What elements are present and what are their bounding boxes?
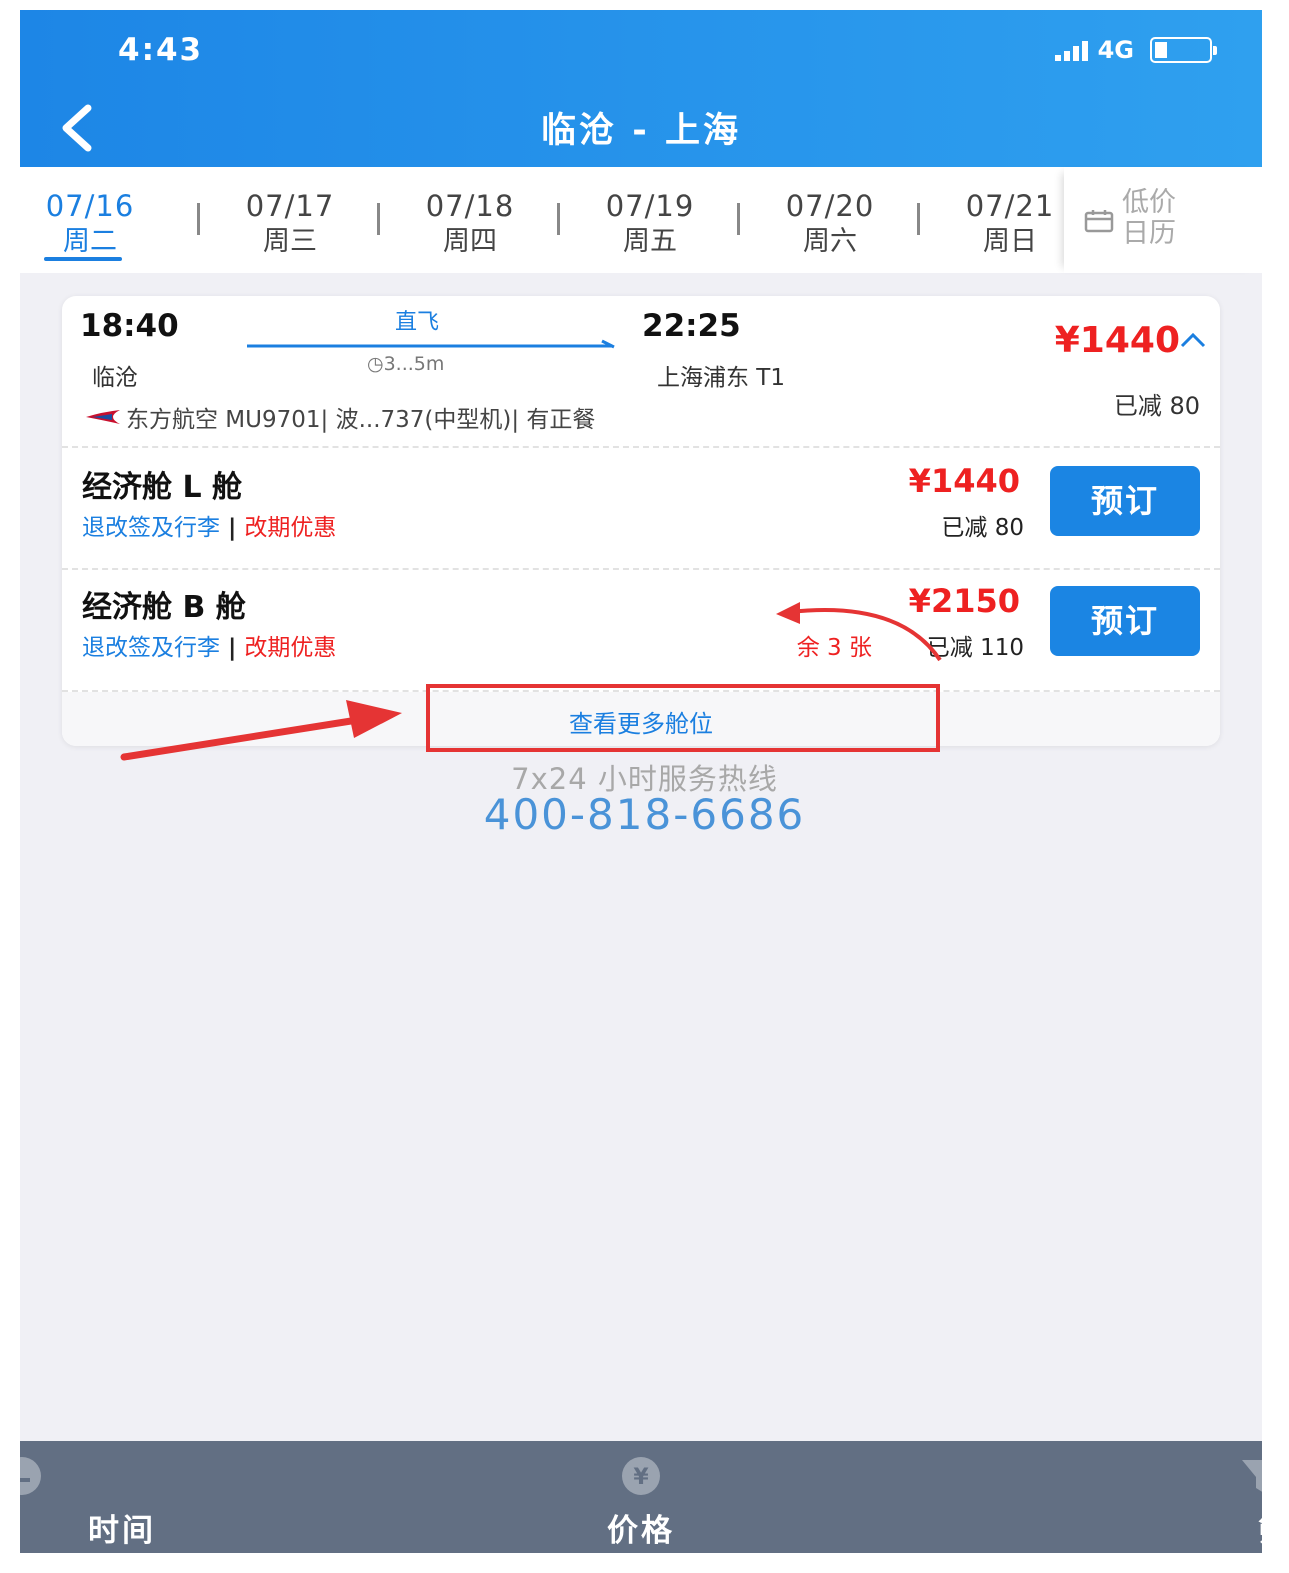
cabin-name: 经济舱 B 舱 [82,590,246,625]
route-arrow-icon [247,339,615,349]
date-tab-0719[interactable]: 07/19 周五 [560,167,740,273]
weekday-label: 周六 [803,226,857,257]
sort-price-label: 价格 [607,1513,675,1549]
cabin-discount: 已减 80 [941,515,1024,541]
date-label: 07/17 [245,189,335,223]
hotline-number[interactable]: 400-818-6686 [0,790,1289,839]
cabin-links: 退改签及行李 | 改期优惠 [82,508,336,542]
sort-time-button[interactable]: 时间 [20,1441,434,1553]
departure-time: 18:40 [80,308,179,344]
weekday-label: 周二 [63,226,117,257]
cabin-discount: 已减 110 [926,635,1024,661]
calendar-icon [1084,210,1114,233]
chevron-up-icon[interactable] [1178,330,1208,350]
page-title: 临沧 - 上海 [541,111,741,151]
book-button[interactable]: 预订 [1050,466,1200,536]
status-indicators: 4G [1054,36,1217,64]
weekday-label: 周五 [623,226,677,257]
date-tab-0716[interactable]: 07/16 周二 [20,167,200,273]
main-discount: 已减 80 [1113,392,1200,420]
cabin-row-l: 经济舱 L 舱 退改签及行李 | 改期优惠 ¥1440 已减 80 预订 [62,448,1220,566]
date-selector: 07/16 周二 07/17 周三 07/18 周四 07/19 周五 07/2… [20,167,1262,273]
yuan-icon: ¥ [622,1457,660,1495]
header: 4:43 4G 临沧 - 上海 [20,10,1262,167]
date-label: 07/19 [605,189,695,223]
direct-flight-label: 直飞 [395,310,440,335]
signal-icon [1054,39,1088,61]
weekday-label: 周四 [443,226,497,257]
filter-label: 筛选 [1258,1505,1262,1553]
china-eastern-logo-icon [86,410,120,424]
link-separator: | [228,635,237,661]
active-underline [44,257,122,261]
flight-card: 18:40 直飞 ◷3...5m 22:25 临沧 上海浦东 T1 东方航空 M… [62,296,1220,746]
cabin-links: 退改签及行李 | 改期优惠 [82,628,336,662]
date-label: 07/18 [425,189,515,223]
calendar-label-line2: 日历 [1122,218,1176,249]
cabin-row-b: 经济舱 B 舱 退改签及行李 | 改期优惠 ¥2150 余 3 张 已减 110 预… [62,568,1220,686]
filter-button[interactable]: 筛选 [848,1441,1262,1553]
weekday-label: 周三 [263,226,317,257]
date-tab-0720[interactable]: 07/20 周六 [740,167,920,273]
status-time: 4:43 [118,32,204,68]
date-tab-0717[interactable]: 07/17 周三 [200,167,380,273]
lowest-price: ¥1440 [1054,320,1180,361]
seats-remaining: 余 3 张 [796,635,872,661]
arrival-time: 22:25 [642,308,741,344]
sort-time-label: 时间 [88,1513,156,1549]
date-label: 07/16 [45,189,135,223]
calendar-label-line1: 低价 [1122,187,1176,218]
date-tab-0718[interactable]: 07/18 周四 [380,167,560,273]
flight-info: 东方航空 MU9701| 波...737(中型机)| 有正餐 [82,400,595,434]
departure-city: 临沧 [92,365,138,391]
cabin-price: ¥1440 [908,462,1020,500]
clock-icon [20,1457,41,1495]
battery-icon [1150,37,1217,63]
cabin-name: 经济舱 L 舱 [82,470,243,505]
sort-price-button[interactable]: ¥ 价格 [434,1441,848,1553]
refund-baggage-link[interactable]: 退改签及行李 [82,635,220,661]
reschedule-offer-link[interactable]: 改期优惠 [244,635,336,661]
annotation-highlight-box [426,684,940,752]
funnel-icon [1242,1460,1262,1492]
bottom-toolbar: 时间 ¥ 价格 筛选 [20,1441,1262,1553]
reschedule-offer-link[interactable]: 改期优惠 [244,515,336,541]
flight-duration: ◷3...5m [367,353,444,375]
date-label: 07/20 [785,189,875,223]
low-price-calendar-button[interactable]: 低价 日历 [1064,167,1262,273]
flight-info-text: 东方航空 MU9701| 波...737(中型机)| 有正餐 [126,407,596,433]
svg-text:¥: ¥ [633,1465,649,1490]
network-type: 4G [1097,36,1134,64]
clock-icon: ◷ [367,353,384,375]
refund-baggage-link[interactable]: 退改签及行李 [82,515,220,541]
duration-text: 3...5m [383,353,445,375]
calendar-label: 低价 日历 [1122,187,1212,249]
book-button[interactable]: 预订 [1050,586,1200,656]
link-separator: | [228,515,237,541]
cabin-price: ¥2150 [908,582,1020,620]
arrival-airport: 上海浦东 T1 [657,365,785,391]
